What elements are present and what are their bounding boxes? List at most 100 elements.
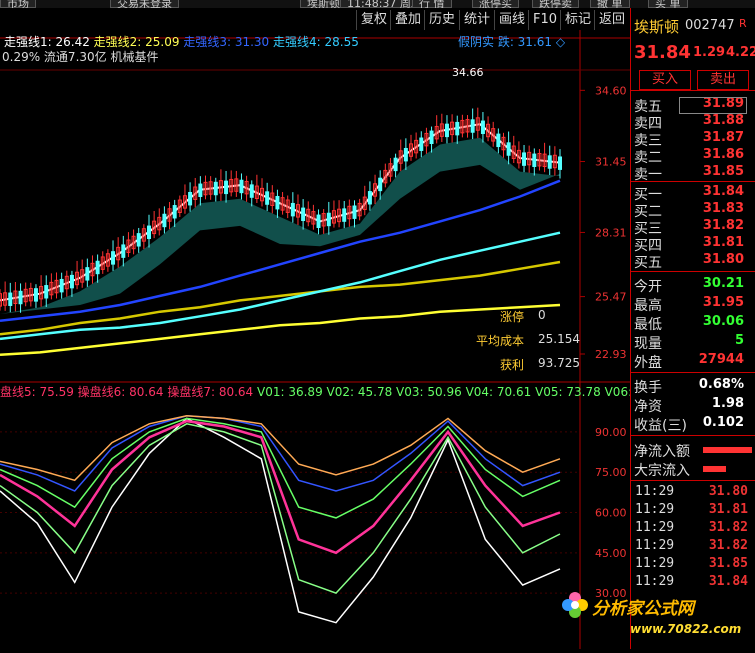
top-item-0[interactable]: 市场 <box>0 0 36 8</box>
candle-body <box>162 213 167 228</box>
candle-body <box>33 288 38 302</box>
book-divider-mid <box>631 181 755 182</box>
candle-body <box>352 205 357 219</box>
book-divider-top <box>631 90 755 91</box>
stat-row-4: 外盘 27944 <box>631 352 755 371</box>
ratio-row-2-label: 收益(三) <box>634 418 687 434</box>
chart-bg <box>0 30 630 649</box>
candle-body <box>111 251 116 265</box>
ratio-row-0: 换手 0.68% <box>631 377 755 396</box>
watermark-url: www.70822.com <box>630 622 742 636</box>
candle-body <box>146 225 151 239</box>
toolbar-btn-1[interactable]: 叠加 <box>390 10 425 30</box>
tick-time-0: 11:29 <box>635 484 675 499</box>
stock-name: 埃斯顿 <box>634 18 680 36</box>
toolbar-btn-0[interactable]: 复权 <box>356 10 391 30</box>
flow-label-0: 净流入额 <box>634 444 690 460</box>
flow-row-1: 大宗流入 <box>631 460 755 479</box>
candle-body <box>69 274 74 289</box>
tick-row-0: 11:29 31.80 <box>631 484 755 501</box>
top-item-5[interactable]: 涨停买 <box>472 0 519 8</box>
price-change-pct: 4.22 <box>726 45 755 60</box>
candle-body <box>480 120 485 134</box>
legend-item-3: 走强线3: 31.30 <box>183 35 274 49</box>
top-item-7[interactable]: 撤 单 <box>590 0 630 8</box>
ask-row-3: 卖二 31.86 <box>631 147 755 166</box>
price-axis-label-2: 28.31 <box>595 226 627 239</box>
candle-body <box>532 153 537 168</box>
candle-body <box>121 244 126 258</box>
osc-legend-item-2: 操盘线7: 80.64 <box>167 385 258 399</box>
candle-body <box>95 260 100 275</box>
candle-body <box>506 142 511 156</box>
stat-row-1: 最高 31.95 <box>631 295 755 314</box>
top-item-4[interactable]: 行 情 <box>412 0 452 8</box>
info-label-2: 获利 <box>499 358 524 372</box>
legend-item-4: 走强线4: 28.55 <box>273 35 359 49</box>
code-suffix: R <box>739 17 747 30</box>
stock-code: 002747 <box>685 18 735 33</box>
flow-bar-0 <box>703 447 753 453</box>
candle-body <box>188 191 193 206</box>
info-label-1: 平均成本 <box>475 334 524 348</box>
candle-body <box>44 285 49 299</box>
stat-row-0-label: 今开 <box>634 279 662 295</box>
quote-panel: 埃斯顿 002747 R 31.84 1.29 4.22 买入 卖出 卖五 31.… <box>630 8 755 649</box>
toolbar-btn-7[interactable]: 返回 <box>594 10 629 30</box>
stat-row-0: 今开 30.21 <box>631 276 755 295</box>
toolbar-btn-6[interactable]: 标记 <box>560 10 595 30</box>
toolbar-btn-2[interactable]: 历史 <box>424 10 459 30</box>
bid-row-0: 买一 31.84 <box>631 184 755 203</box>
price-indicator-label: 假阴实 跌: 31.61 ◇ <box>458 35 566 49</box>
flow-row-0: 净流入额 <box>631 441 755 460</box>
candle-body <box>213 181 218 196</box>
flower-logo <box>560 590 590 620</box>
tick-time-4: 11:29 <box>635 556 675 571</box>
top-item-1[interactable]: 交易未登录 <box>110 0 179 8</box>
candle-body <box>136 233 141 247</box>
ask-row-4: 卖一 31.85 <box>631 164 755 183</box>
tick-time-3: 11:29 <box>635 538 675 553</box>
toolbar-btn-3[interactable]: 统计 <box>459 10 494 30</box>
candle-body <box>403 147 408 162</box>
candle-body <box>59 278 64 293</box>
stat-row-3-label: 现量 <box>634 336 662 352</box>
ask-row-4-value: 31.85 <box>702 164 744 179</box>
stat-row-4-value: 27944 <box>698 352 744 367</box>
candle-body <box>172 205 177 219</box>
info-value-2: 93.725 <box>538 356 580 370</box>
tick-row-1: 11:29 31.81 <box>631 502 755 519</box>
top-menu-bar: 市场 交易未登录 埃斯顿 11:48:37 周二行 情涨停买 跌停卖撤 单买 单 <box>0 0 755 8</box>
stat-row-2: 最低 30.06 <box>631 314 755 333</box>
price-axis-label-0: 34.60 <box>595 84 627 97</box>
ratio-row-1-label: 净资 <box>634 399 662 415</box>
chart-canvas[interactable]: 34.60 31.45 28.31 25.47 22.93 90.00 75.00 60.00… <box>0 30 630 649</box>
top-item-6[interactable]: 跌停卖 <box>532 0 579 8</box>
candle-body <box>547 155 552 169</box>
toolbar-btn-4[interactable]: 画线 <box>494 10 529 30</box>
candle-body <box>378 177 383 192</box>
tick-price-1: 31.81 <box>708 502 748 517</box>
top-item-8[interactable]: 买 单 <box>648 0 688 8</box>
candle-body <box>444 123 449 138</box>
ask-row-3-value: 31.86 <box>702 147 744 162</box>
osc-axis-label-0: 90.00 <box>595 426 627 439</box>
tick-price-4: 31.85 <box>708 556 748 571</box>
buy-button[interactable]: 买入 <box>639 70 691 90</box>
flow-divider <box>631 480 755 481</box>
bid-row-3-value: 31.81 <box>702 235 744 250</box>
chart-area[interactable]: 34.60 31.45 28.31 25.47 22.93 90.00 75.00 60.00… <box>0 30 630 649</box>
toolbar-btn-5[interactable]: F10 <box>528 10 561 30</box>
stat-row-1-value: 31.95 <box>702 295 744 310</box>
stat-row-2-value: 30.06 <box>702 314 744 329</box>
price-axis-label-4: 22.93 <box>595 348 627 361</box>
bid-row-4-value: 31.80 <box>702 252 744 267</box>
sell-button[interactable]: 卖出 <box>697 70 749 90</box>
info-value-1: 25.154 <box>538 332 580 346</box>
candle-body <box>470 119 475 133</box>
osc-legend-item-1: 操盘线6: 80.64 <box>77 385 168 399</box>
tick-time-5: 11:29 <box>635 574 675 589</box>
bid-row-4-label: 买五 <box>634 255 662 271</box>
osc-axis-label-3: 45.00 <box>595 547 627 560</box>
candle-body <box>316 214 321 228</box>
